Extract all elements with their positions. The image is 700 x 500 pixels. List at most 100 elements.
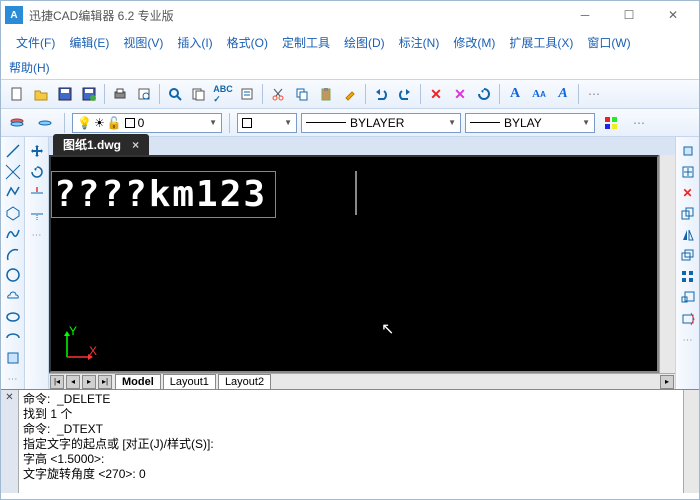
layout1-tab[interactable]: Layout1 — [163, 374, 216, 390]
bycolor-button[interactable] — [600, 112, 622, 134]
undo-button[interactable] — [370, 83, 392, 105]
menu-edit[interactable]: 编辑(E) — [62, 31, 116, 54]
layer-dropdown[interactable]: 💡 ☀ 🔓 0 ▼ — [72, 113, 222, 133]
stretch-tool[interactable] — [678, 309, 698, 329]
layer-name: 0 — [138, 116, 145, 130]
draw-more-icon[interactable]: ⋯ — [3, 369, 23, 389]
erase-mag-button[interactable]: ✕ — [449, 83, 471, 105]
copy-button[interactable] — [291, 83, 313, 105]
vertical-scrollbar[interactable] — [659, 155, 675, 373]
spline-tool[interactable] — [3, 224, 23, 244]
tab-first-button[interactable]: |◂ — [50, 375, 64, 389]
matchprop-button[interactable] — [339, 83, 361, 105]
more-icon[interactable]: ⋯ — [583, 83, 605, 105]
drawing-canvas[interactable]: ????km123 ↖ YX — [49, 155, 659, 373]
paste-button[interactable] — [315, 83, 337, 105]
menu-modify[interactable]: 修改(M) — [446, 31, 502, 54]
standard-toolbar: ABC✓ ✕ ✕ A AA A ⋯ — [1, 79, 699, 109]
redo-button[interactable] — [394, 83, 416, 105]
draw-toolbar: ⋯ — [1, 137, 25, 389]
restore-button[interactable] — [473, 83, 495, 105]
circle-tool[interactable] — [3, 266, 23, 286]
spellcheck-button[interactable]: ABC✓ — [212, 83, 234, 105]
scroll-right-button[interactable]: ▸ — [660, 375, 674, 389]
xline-tool[interactable] — [3, 162, 23, 182]
move-tool[interactable] — [27, 141, 47, 161]
extend-tool[interactable] — [27, 204, 47, 224]
menu-window[interactable]: 窗口(W) — [580, 31, 637, 54]
trim-tool[interactable] — [27, 183, 47, 203]
block-tool[interactable] — [3, 349, 23, 369]
linetype-preview — [306, 122, 346, 123]
arc-tool[interactable] — [3, 245, 23, 265]
copy-obj-tool[interactable] — [678, 204, 698, 224]
app-logo: A — [5, 6, 23, 24]
menu-file[interactable]: 文件(F) — [9, 31, 62, 54]
document-name: 图纸1.dwg — [63, 138, 121, 152]
cloud-tool[interactable] — [3, 286, 23, 306]
more-prop-icon[interactable]: ⋯ — [628, 112, 650, 134]
batch-button[interactable] — [188, 83, 210, 105]
menu-customtools[interactable]: 定制工具 — [275, 31, 337, 54]
review-button[interactable] — [236, 83, 258, 105]
minimize-button[interactable]: ─ — [563, 1, 607, 29]
lineweight-dropdown[interactable]: BYLAY ▼ — [465, 113, 595, 133]
tab-last-button[interactable]: ▸| — [98, 375, 112, 389]
text-aa-button[interactable]: AA — [528, 83, 550, 105]
ellipsearc-tool[interactable] — [3, 328, 23, 348]
layer-prop-button[interactable] — [6, 112, 28, 134]
mirror-tool[interactable] — [678, 225, 698, 245]
color-dropdown[interactable]: ▼ — [237, 113, 297, 133]
tab-close-icon[interactable]: × — [132, 138, 139, 152]
open-button[interactable] — [30, 83, 52, 105]
cmd-close-button[interactable]: ✕ — [1, 390, 19, 493]
tab-prev-button[interactable]: ◂ — [66, 375, 80, 389]
save-button[interactable] — [54, 83, 76, 105]
modify-toolbar: ⋯ — [25, 137, 49, 389]
preview-button[interactable] — [133, 83, 155, 105]
menu-extendtools[interactable]: 扩展工具(X) — [502, 31, 580, 54]
polyline-tool[interactable] — [3, 183, 23, 203]
array-tool[interactable] — [678, 267, 698, 287]
erase-red-button[interactable]: ✕ — [425, 83, 447, 105]
horizontal-scrollbar[interactable] — [273, 376, 657, 388]
menu-format[interactable]: 格式(O) — [220, 31, 275, 54]
modify-more-icon[interactable]: ⋯ — [27, 225, 47, 245]
linetype-label: BYLAYER — [350, 116, 404, 130]
offset-tool[interactable] — [678, 246, 698, 266]
text-style-button[interactable]: A — [552, 83, 574, 105]
right-more-icon[interactable]: ⋯ — [678, 330, 698, 350]
layer-state-button[interactable] — [34, 112, 56, 134]
linetype-dropdown[interactable]: BYLAYER ▼ — [301, 113, 461, 133]
print-button[interactable] — [109, 83, 131, 105]
cmd-scrollbar[interactable] — [683, 390, 699, 493]
find-button[interactable] — [164, 83, 186, 105]
scale-tool[interactable] — [678, 288, 698, 308]
tab-next-button[interactable]: ▸ — [82, 375, 96, 389]
menu-view[interactable]: 视图(V) — [116, 31, 170, 54]
zoom-tool[interactable] — [678, 162, 698, 182]
new-button[interactable] — [6, 83, 28, 105]
sun-icon: ☀ — [94, 116, 105, 130]
ellipse-tool[interactable] — [3, 307, 23, 327]
delete-tool[interactable]: ✕ — [678, 183, 698, 203]
cut-button[interactable] — [267, 83, 289, 105]
close-button[interactable]: ✕ — [651, 1, 695, 29]
rotate-tool[interactable] — [27, 162, 47, 182]
saveas-button[interactable] — [78, 83, 100, 105]
command-text[interactable]: 命令: _DELETE 找到 1 个 命令: _DTEXT 指定文字的起点或 [… — [19, 390, 683, 493]
menu-dimension[interactable]: 标注(N) — [392, 31, 447, 54]
menu-draw[interactable]: 绘图(D) — [337, 31, 392, 54]
pan-tool[interactable] — [678, 141, 698, 161]
layout2-tab[interactable]: Layout2 — [218, 374, 271, 390]
line-tool[interactable] — [3, 141, 23, 161]
document-tab[interactable]: 图纸1.dwg × — [53, 134, 149, 155]
maximize-button[interactable]: ☐ — [607, 1, 651, 29]
text-a-button[interactable]: A — [504, 83, 526, 105]
polygon-tool[interactable] — [3, 203, 23, 223]
model-tab[interactable]: Model — [115, 374, 161, 390]
svg-text:Y: Y — [69, 325, 77, 338]
properties-toolbar: 💡 ☀ 🔓 0 ▼ ▼ BYLAYER ▼ BYLAY ▼ ⋯ — [1, 109, 699, 137]
menu-insert[interactable]: 插入(I) — [170, 31, 219, 54]
menu-help[interactable]: 帮助(H) — [9, 59, 50, 76]
